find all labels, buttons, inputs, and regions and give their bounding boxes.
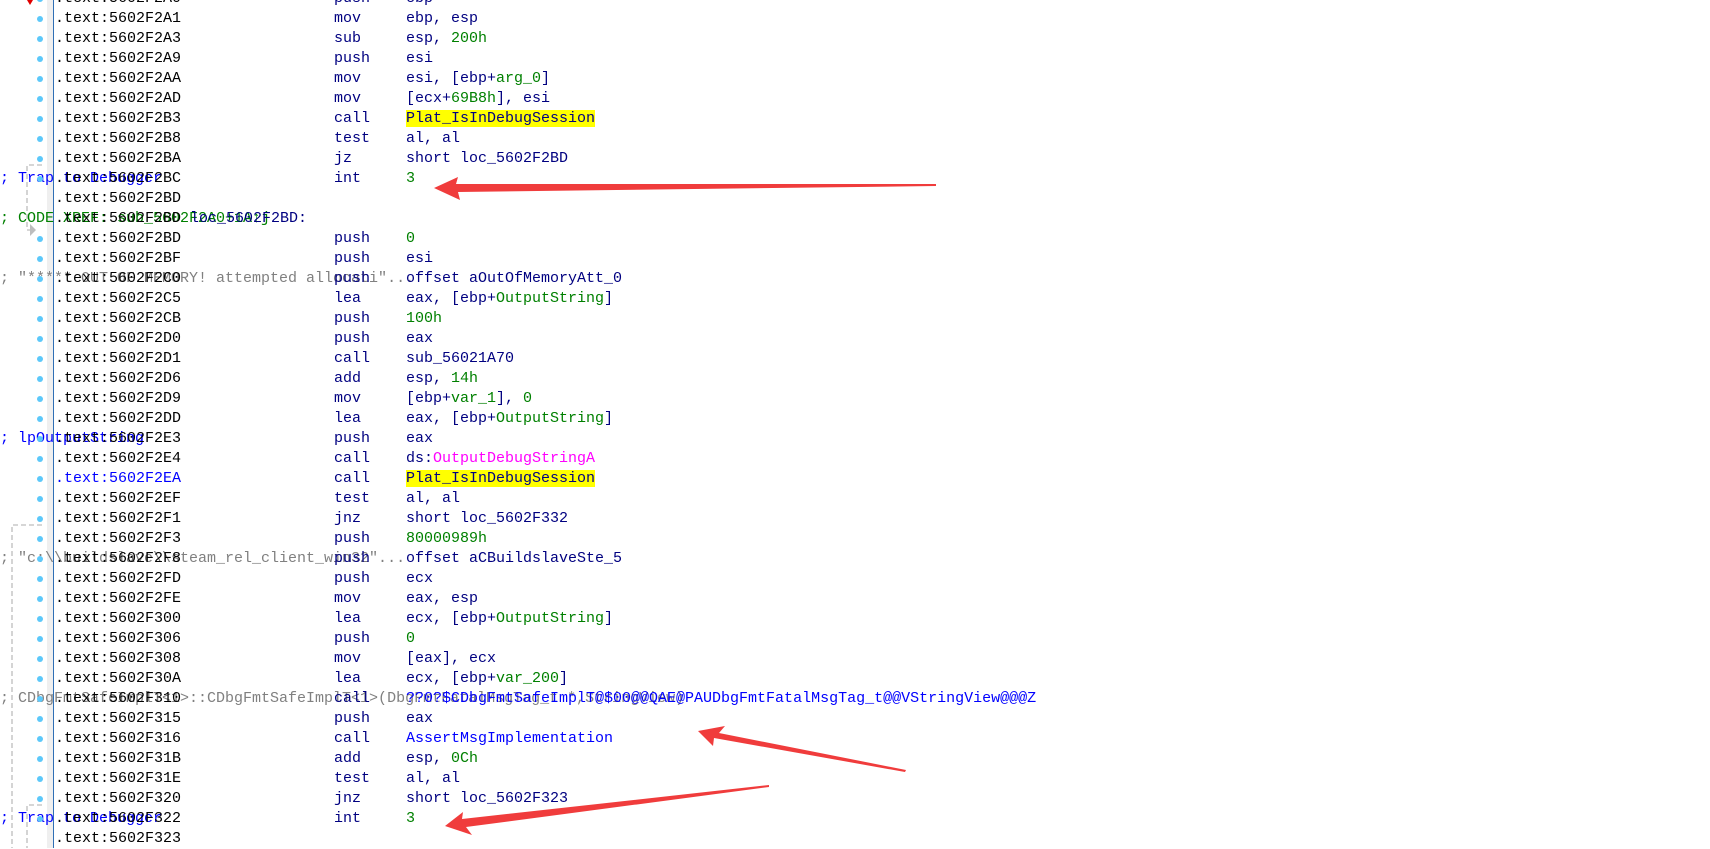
annotation-arrow-1 [434,177,936,200]
annotation-arrow-3 [445,785,769,835]
annotation-overlay [434,177,936,835]
annotation-arrow-2 [698,726,906,772]
